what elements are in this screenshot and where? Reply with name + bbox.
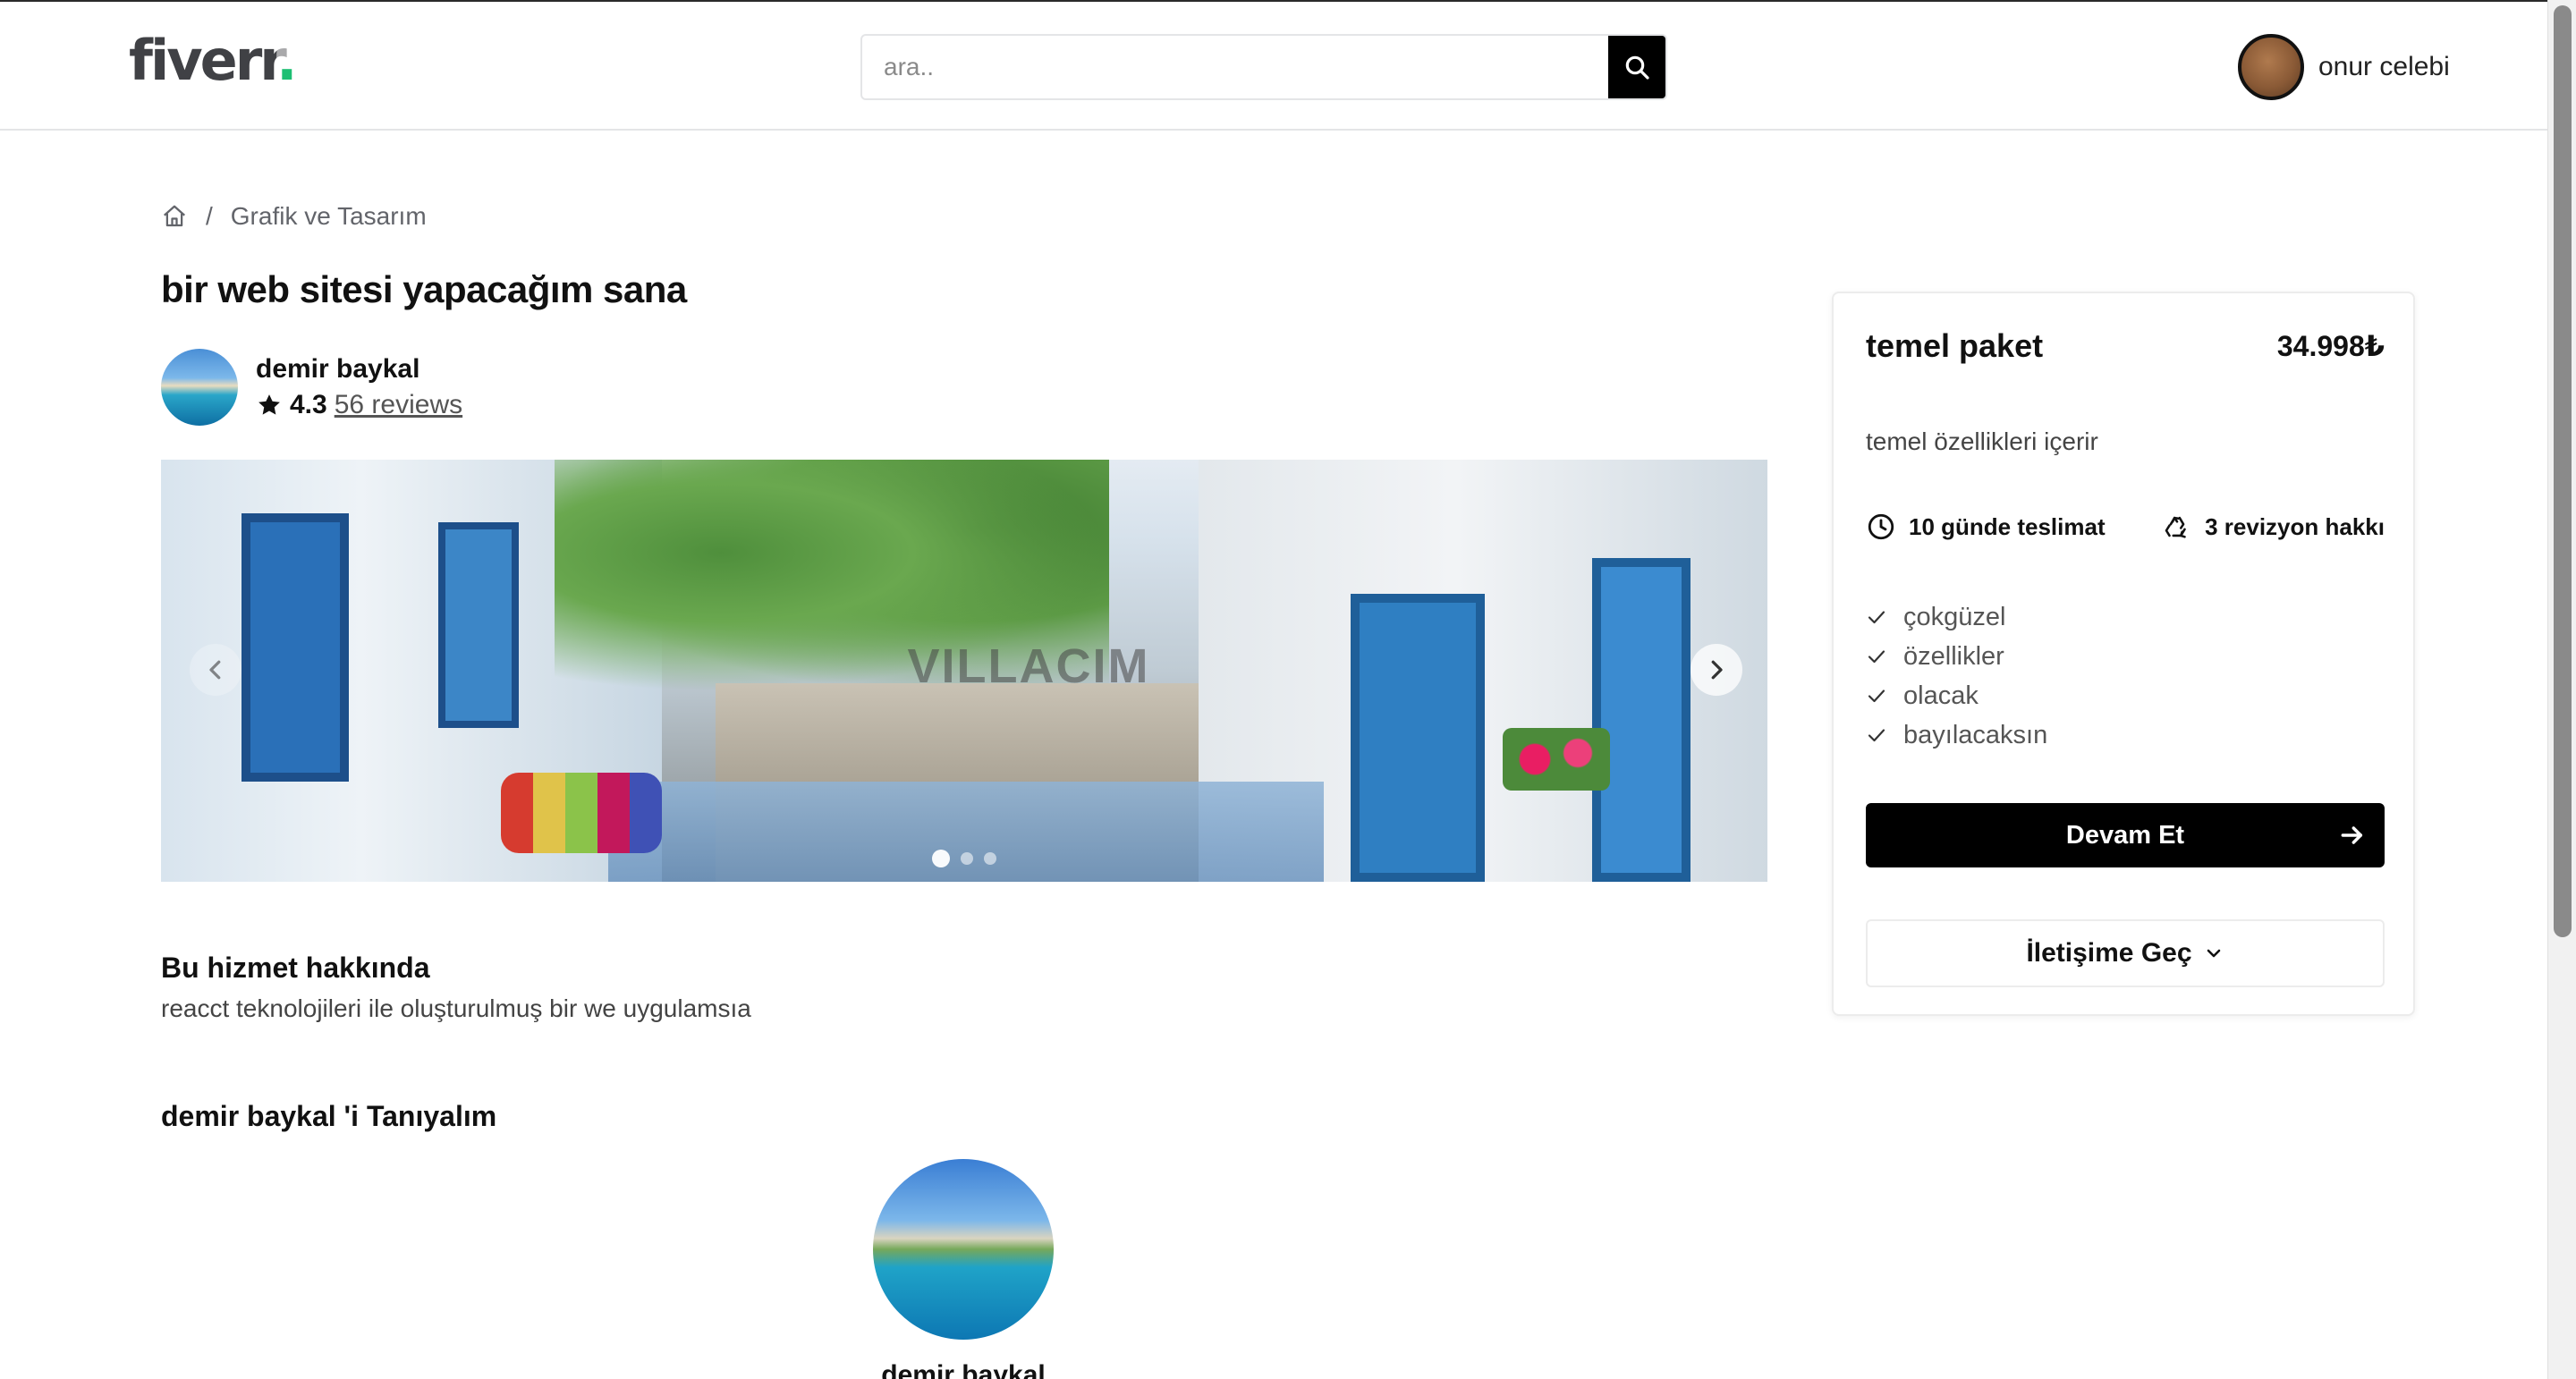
search-input[interactable] [862, 36, 1610, 98]
search-bar [860, 34, 1667, 100]
chevron-right-icon [1711, 660, 1723, 680]
slider-dot[interactable] [984, 852, 996, 865]
continue-button[interactable]: Devam Et [1866, 803, 2385, 867]
star-icon [258, 394, 280, 415]
revision-text: 3 revizyon hakkı [2205, 512, 2385, 540]
package-meta: 10 günde teslimat 3 revizyon hakkı [1866, 512, 2385, 542]
about-text: reacct teknolojileri ile oluşturulmuş bi… [161, 994, 751, 1022]
search-button[interactable] [1608, 36, 1665, 98]
package-description: temel özellikleri içerir [1866, 427, 2098, 455]
seller-info: demir baykal 4.3 56 reviews [256, 351, 462, 423]
user-avatar[interactable] [2238, 34, 2304, 100]
rating-value: 4.3 [290, 390, 327, 419]
feature-item: bayılacaksın [1866, 715, 2047, 755]
gig-image-slider[interactable]: VILLACIM [161, 460, 1767, 882]
clock-icon [1868, 513, 1894, 540]
meet-seller-name[interactable]: demir baykal [787, 1359, 1140, 1379]
breadcrumb: / Grafik ve Tasarım [161, 199, 427, 234]
fiverr-logo[interactable]: fiverr. [129, 25, 306, 97]
logo-text: fiverr [129, 28, 279, 93]
delivery-text: 10 günde teslimat [1909, 512, 2106, 540]
seller-rating: 4.3 56 reviews [256, 387, 462, 423]
package-price: 34.998₺ [2276, 330, 2385, 362]
feature-label: özellikler [1903, 641, 2004, 671]
breadcrumb-category[interactable]: Grafik ve Tasarım [231, 202, 427, 231]
package-header: temel paket 34.998₺ [1866, 327, 2385, 365]
slide-image-cushions [501, 773, 662, 853]
home-icon[interactable] [161, 203, 188, 230]
feature-item: olacak [1866, 676, 2047, 715]
reviews-link[interactable]: 56 reviews [335, 387, 462, 423]
contact-label: İletişime Geç [2026, 938, 2192, 968]
check-icon [1868, 729, 1885, 742]
slider-dots [932, 850, 1007, 867]
search-icon [1625, 55, 1649, 80]
seller-avatar[interactable] [161, 349, 238, 426]
feature-list: çokgüzel özellikler olacak bayılacaksın [1866, 597, 2047, 755]
feature-item: özellikler [1866, 637, 2047, 676]
continue-label: Devam Et [2065, 820, 2185, 850]
slide-image-flowers [1503, 728, 1610, 791]
check-icon [1868, 690, 1885, 703]
breadcrumb-separator: / [206, 202, 213, 230]
slide-image-door [242, 513, 349, 782]
user-name[interactable]: onur celebi [2318, 52, 2450, 82]
revision-count: 3 revizyon hakkı [2162, 512, 2385, 542]
slide-image-door [1592, 558, 1690, 882]
package-card: temel paket 34.998₺ temel özellikleri iç… [1832, 292, 2415, 1016]
slider-dot[interactable] [961, 852, 973, 865]
recycle-icon [2165, 516, 2186, 538]
package-title: temel paket [1866, 327, 2044, 364]
meet-seller-title: demir baykal 'i Tanıyalım [161, 1100, 497, 1132]
arrow-right-icon [2341, 826, 2363, 844]
feature-label: bayılacaksın [1903, 720, 2048, 749]
feature-label: çokgüzel [1903, 602, 2006, 631]
slider-next-button[interactable] [1690, 644, 1742, 696]
scrollbar-thumb[interactable] [2554, 5, 2572, 937]
slide-image-window [438, 522, 519, 728]
delivery-time: 10 günde teslimat [1866, 512, 2106, 542]
slider-prev-button[interactable] [190, 644, 242, 696]
chevron-left-icon [209, 660, 221, 680]
about-title: Bu hizmet hakkında [161, 952, 430, 984]
feature-item: çokgüzel [1866, 597, 2047, 637]
check-icon [1868, 650, 1885, 664]
contact-button[interactable]: İletişime Geç [1866, 919, 2385, 987]
user-menu[interactable]: onur celebi [2238, 34, 2450, 100]
feature-label: olacak [1903, 681, 1979, 710]
seller-summary: demir baykal 4.3 56 reviews [161, 349, 462, 426]
seller-name[interactable]: demir baykal [256, 351, 462, 387]
page-scrollbar[interactable] [2547, 0, 2576, 1379]
image-watermark: VILLACIM [907, 639, 1150, 693]
slide-image-door [1351, 594, 1485, 882]
slider-dot[interactable] [932, 850, 950, 867]
logo-dot: . [276, 28, 298, 93]
gig-title: bir web sitesi yapacağım sana [161, 268, 687, 310]
meet-seller-avatar[interactable] [873, 1159, 1054, 1340]
chevron-down-icon [2207, 949, 2220, 958]
check-icon [1868, 611, 1885, 624]
top-header: fiverr. onur celebi [0, 2, 2547, 131]
